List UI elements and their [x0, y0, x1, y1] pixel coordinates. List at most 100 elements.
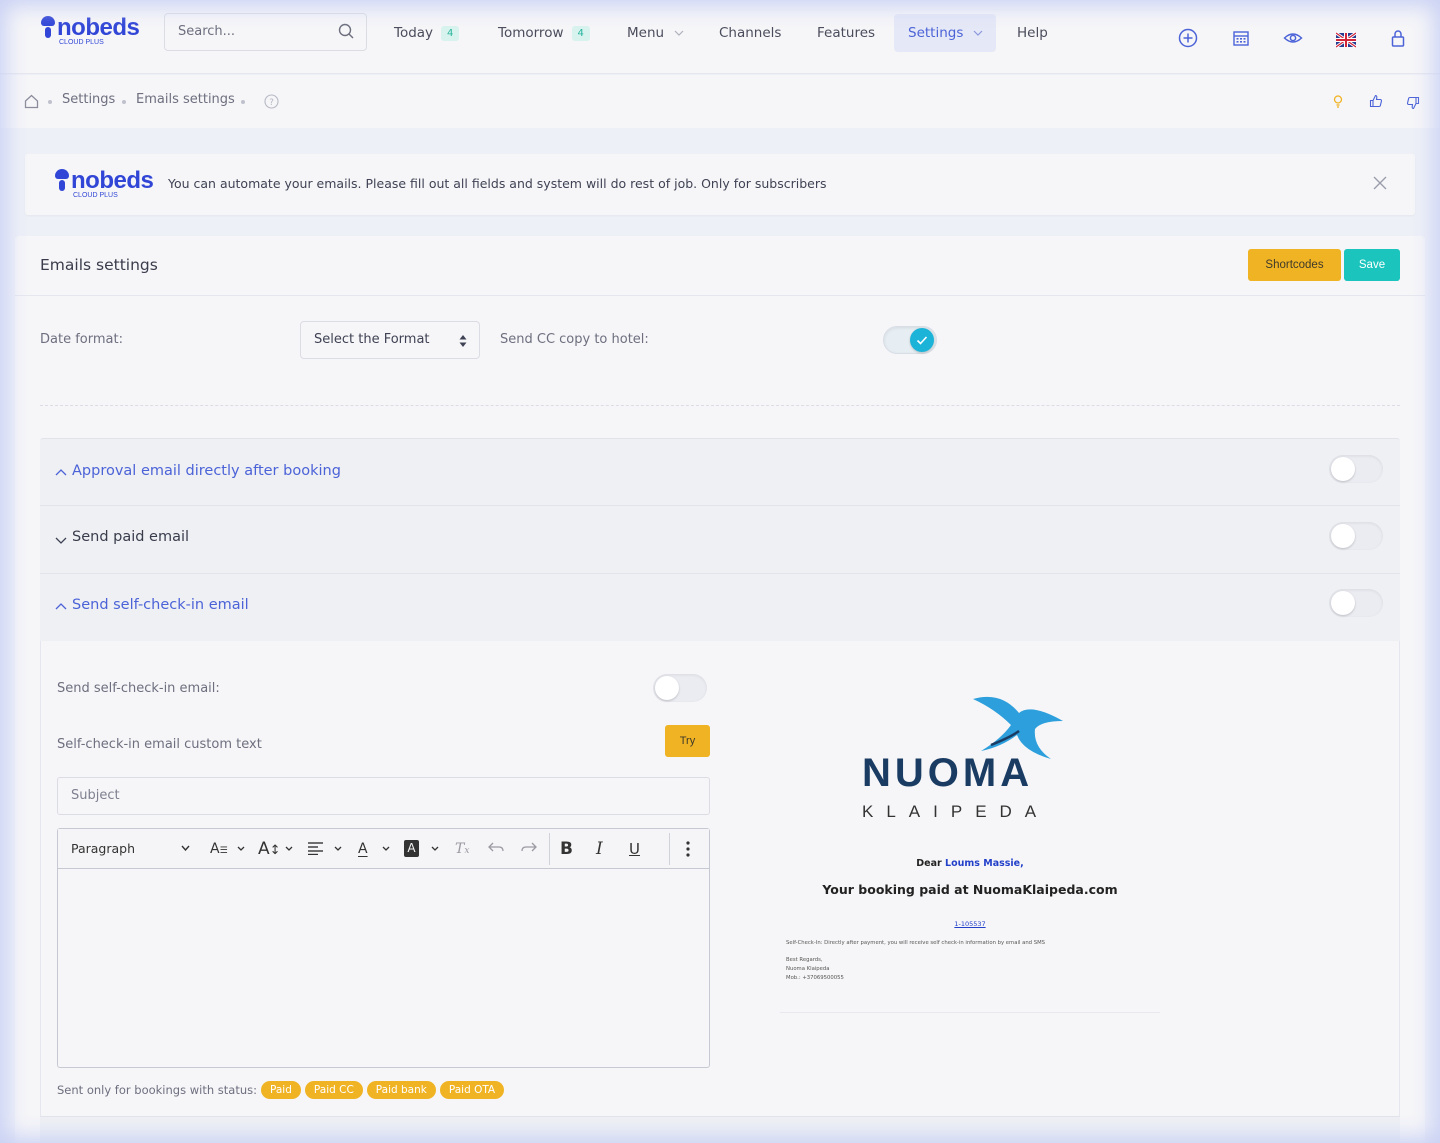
- accordion-paid-email[interactable]: Send paid email: [40, 506, 1400, 574]
- lamp-icon: [54, 169, 70, 195]
- close-icon[interactable]: [1373, 176, 1387, 190]
- accordion-self-checkin-email[interactable]: Send self-check-in email: [40, 574, 1400, 641]
- top-navbar: nobeds CLOUD PLUS Search... Today 4 Tomor…: [0, 0, 1440, 74]
- nav-today-label: Today: [394, 25, 434, 41]
- chevron-down-icon: [334, 846, 342, 851]
- lightbulb-icon[interactable]: [1331, 94, 1345, 108]
- self-checkin-section-toggle[interactable]: [1329, 589, 1383, 617]
- accordion-title: Send paid email: [72, 529, 190, 545]
- date-format-select[interactable]: Select the Format: [300, 321, 480, 359]
- send-self-checkin-label: Send self-check-in email:: [57, 681, 220, 696]
- font-color-icon[interactable]: A: [358, 838, 368, 860]
- toggle-knob: [1331, 591, 1355, 615]
- search-icon[interactable]: [338, 23, 354, 39]
- nav-tomorrow[interactable]: Tomorrow 4: [498, 22, 590, 44]
- nav-channels[interactable]: Channels: [719, 22, 781, 44]
- date-format-value: Select the Format: [314, 332, 430, 347]
- send-self-checkin-toggle[interactable]: [653, 674, 707, 702]
- preview-logo-sub: KLAIPEDA: [862, 802, 1050, 821]
- redo-icon[interactable]: [521, 842, 537, 854]
- nav-tomorrow-label: Tomorrow: [498, 25, 564, 41]
- remove-format-icon[interactable]: Tx: [455, 838, 469, 860]
- approval-email-toggle[interactable]: [1329, 455, 1383, 483]
- block-format-select[interactable]: Paragraph: [71, 838, 135, 860]
- paid-email-toggle[interactable]: [1329, 522, 1383, 550]
- toolbar-separator: [549, 833, 550, 865]
- breadcrumb-settings[interactable]: Settings: [62, 92, 115, 107]
- eye-icon[interactable]: [1283, 28, 1303, 48]
- status-badge: Paid: [261, 1081, 301, 1099]
- italic-icon[interactable]: I: [596, 838, 603, 860]
- nav-help[interactable]: Help: [1017, 22, 1048, 44]
- add-circle-icon[interactable]: [1178, 28, 1198, 48]
- sort-arrows-icon: [459, 335, 467, 347]
- try-button[interactable]: Try: [665, 725, 710, 757]
- brand-logo[interactable]: nobeds CLOUD PLUS: [40, 16, 140, 46]
- accordion-next[interactable]: [40, 1116, 1400, 1143]
- chevron-down-icon: [431, 846, 439, 851]
- toggle-knob: [1331, 457, 1355, 481]
- accordion-title: Send self-check-in email: [72, 597, 249, 613]
- chevron-up-icon: [55, 603, 67, 610]
- brand-name: nobeds: [71, 167, 154, 194]
- today-count-badge: 4: [441, 25, 460, 41]
- accordion-title: Approval email directly after booking: [72, 463, 341, 479]
- shortcodes-button[interactable]: Shortcodes: [1248, 249, 1341, 281]
- accordion-approval-email[interactable]: Approval email directly after booking: [40, 438, 1400, 506]
- chevron-down-icon: [55, 537, 67, 544]
- help-circle-icon[interactable]: ?: [264, 94, 279, 109]
- toggle-knob: [655, 676, 679, 700]
- status-badge: Paid OTA: [439, 1081, 505, 1099]
- email-preview: NUOMA KLAIPEDA Dear Loums Massie, Your b…: [780, 691, 1160, 1013]
- bold-icon[interactable]: B: [560, 838, 573, 860]
- emails-settings-card: Emails settings Shortcodes Save Date for…: [15, 236, 1425, 1143]
- preview-guest-name: Loums Massie,: [945, 858, 1024, 869]
- breadcrumb: Settings Emails settings ?: [0, 75, 1440, 128]
- subject-input[interactable]: Subject: [57, 777, 710, 815]
- section-divider: [40, 405, 1400, 406]
- lamp-icon: [40, 16, 56, 42]
- preview-regards: Best Regards,: [786, 957, 823, 963]
- search-input[interactable]: Search...: [164, 13, 367, 51]
- preview-logo-word: NUOMA: [862, 751, 1034, 795]
- status-badge: Paid CC: [304, 1081, 363, 1099]
- more-vertical-icon[interactable]: [686, 840, 690, 858]
- font-size-icon[interactable]: A↕: [258, 838, 281, 860]
- uk-flag-icon[interactable]: [1336, 30, 1356, 50]
- lock-icon[interactable]: [1388, 28, 1408, 48]
- tomorrow-count-badge: 4: [571, 25, 590, 41]
- font-family-icon[interactable]: A☰: [210, 838, 228, 860]
- toolbar-separator: [669, 833, 670, 865]
- undo-icon[interactable]: [488, 842, 504, 854]
- check-icon: [916, 336, 928, 345]
- cc-copy-toggle[interactable]: [883, 326, 937, 354]
- thumbs-down-icon[interactable]: [1406, 96, 1420, 110]
- search-placeholder: Search...: [178, 24, 236, 39]
- toggle-knob: [1331, 524, 1355, 548]
- rich-text-editor[interactable]: Paragraph A☰ A↕ A A Tx B I U: [57, 828, 710, 1068]
- nav-today[interactable]: Today 4: [394, 22, 460, 44]
- chevron-down-icon: [382, 846, 390, 851]
- calendar-icon[interactable]: [1231, 28, 1251, 48]
- underline-icon[interactable]: U: [629, 838, 640, 860]
- svg-text:?: ?: [269, 98, 274, 108]
- align-left-icon[interactable]: [308, 841, 324, 855]
- background-color-icon[interactable]: A: [404, 840, 419, 857]
- editor-toolbar: Paragraph A☰ A↕ A A Tx B I U: [58, 829, 709, 869]
- status-badge: Paid bank: [366, 1081, 436, 1099]
- breadcrumb-emails-settings[interactable]: Emails settings: [136, 92, 235, 107]
- nav-menu[interactable]: Menu: [627, 22, 684, 44]
- preview-headline: Your booking paid at NuomaKlaipeda.com: [822, 882, 1118, 897]
- preview-booking-link[interactable]: 1-105537: [780, 920, 1160, 928]
- date-format-label: Date format:: [40, 332, 123, 347]
- preview-phone: Mob.: +37069500055: [786, 975, 844, 981]
- nav-features[interactable]: Features: [817, 22, 875, 44]
- chevron-up-icon: [55, 469, 67, 476]
- preview-greeting-text: Dear: [916, 858, 942, 869]
- nav-settings[interactable]: Settings: [908, 22, 983, 44]
- chevron-down-icon: [237, 846, 245, 851]
- home-icon[interactable]: [24, 94, 39, 109]
- page-title: Emails settings: [40, 256, 158, 274]
- save-button[interactable]: Save: [1344, 249, 1400, 281]
- thumbs-up-icon[interactable]: [1369, 94, 1383, 108]
